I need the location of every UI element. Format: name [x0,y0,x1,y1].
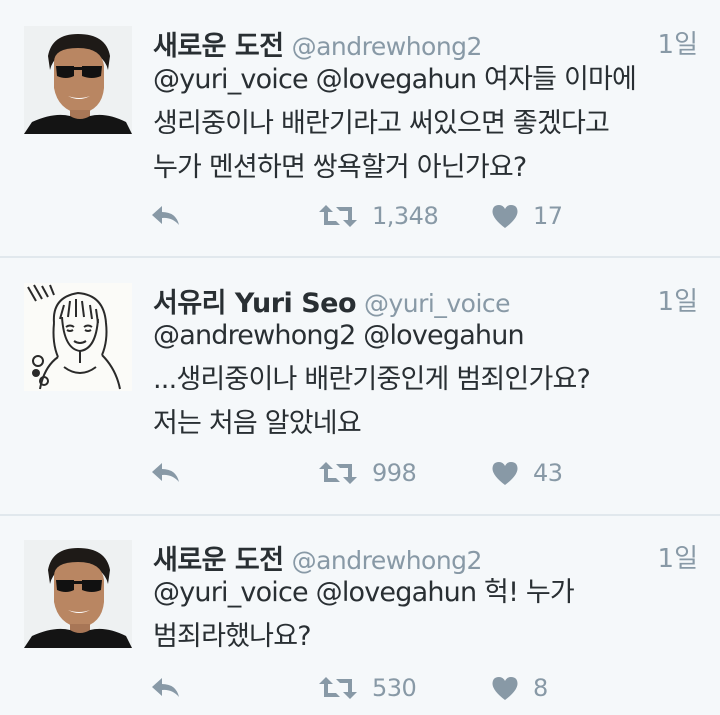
timestamp[interactable]: 1일 [658,281,698,318]
tweet-actions: 1,348 17 [150,199,630,233]
tweet-text-line: @andrewhong2 @lovegahun [153,320,525,351]
retweet-count: 1,348 [372,202,439,230]
retweet-icon [319,462,357,484]
like-count: 43 [533,459,563,487]
tweet-text: @yuri_voice @lovegahun 여자들 이마에 생리중이나 배란기… [153,58,701,190]
like-button[interactable]: 8 [491,671,548,705]
avatar[interactable] [24,283,132,391]
like-icon [492,462,518,485]
tweet-header: 서유리 Yuri Seo @yuri_voice 1일 [153,281,698,319]
retweet-icon [319,677,357,699]
man-sunglasses-avatar-image [24,540,132,648]
retweet-button[interactable]: 998 [318,456,417,490]
tweet[interactable]: 서유리 Yuri Seo @yuri_voice 1일 @andrewhong2 … [0,258,720,514]
tweet-text: @andrewhong2 @lovegahun ...생리중이나 배란기중인게 … [153,314,701,446]
retweet-button[interactable]: 1,348 [318,199,439,233]
timestamp[interactable]: 1일 [658,538,698,575]
timestamp[interactable]: 1일 [658,24,698,61]
tweet-text-line: 저는 처음 알았네요 [153,408,362,439]
tweet-header: 새로운 도전 @andrewhong2 1일 [153,24,698,62]
like-count: 17 [533,202,563,230]
man-sunglasses-avatar-image [24,26,132,134]
reply-button[interactable] [150,671,182,705]
tweet-actions: 530 8 [150,671,630,705]
reply-icon [152,678,179,697]
avatar[interactable] [24,540,132,648]
tweet-text-line: 생리중이나 배란기라고 써있으면 좋겠다고 [153,108,610,139]
retweet-button[interactable]: 530 [318,671,417,705]
tweet-text-line: 범죄라했나요? [153,621,312,652]
retweet-icon [319,205,357,227]
reply-button[interactable] [150,199,182,233]
like-icon [492,205,518,228]
tweet-header: 새로운 도전 @andrewhong2 1일 [153,538,698,576]
sketch-girl-avatar-image [24,283,132,391]
tweet-text-line: @yuri_voice @lovegahun 여자들 이마에 [153,64,637,95]
tweet[interactable]: 새로운 도전 @andrewhong2 1일 @yuri_voice @loveg… [0,516,720,715]
like-icon [492,677,518,700]
tweet-actions: 998 43 [150,456,630,490]
retweet-count: 998 [372,459,417,487]
tweet-text: @yuri_voice @lovegahun 헉! 누가 범죄라했나요? [153,571,701,659]
like-button[interactable]: 17 [491,199,563,233]
retweet-count: 530 [372,674,417,702]
like-count: 8 [533,674,548,702]
reply-icon [152,463,179,482]
user-handle[interactable]: @andrewhong2 [292,32,483,61]
reply-button[interactable] [150,456,182,490]
tweet-text-line: ...생리중이나 배란기중인게 범죄인가요? [153,364,591,395]
avatar[interactable] [24,26,132,134]
tweet[interactable]: 새로운 도전 @andrewhong2 1일 @yuri_voice @loveg… [0,0,720,256]
like-button[interactable]: 43 [491,456,563,490]
tweet-text-line: 누가 멘션하면 쌍욕할거 아닌가요? [153,152,527,183]
reply-icon [152,206,179,225]
tweet-text-line: @yuri_voice @lovegahun 헉! 누가 [153,577,575,608]
